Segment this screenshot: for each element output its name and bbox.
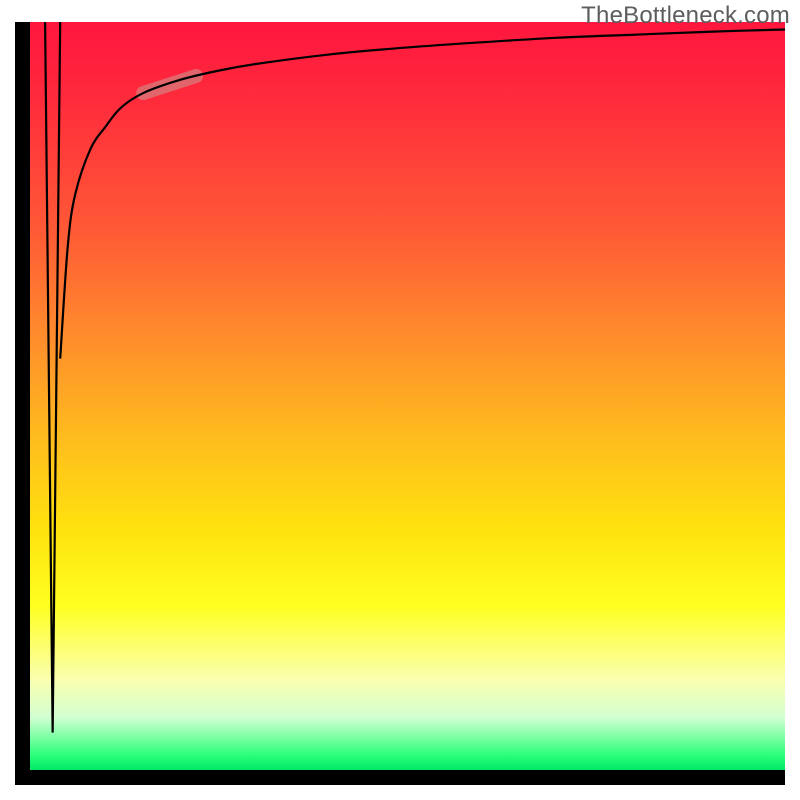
chart-stage: TheBottleneck.com	[0, 0, 800, 800]
watermark-text: TheBottleneck.com	[581, 2, 790, 30]
axes	[15, 22, 785, 785]
